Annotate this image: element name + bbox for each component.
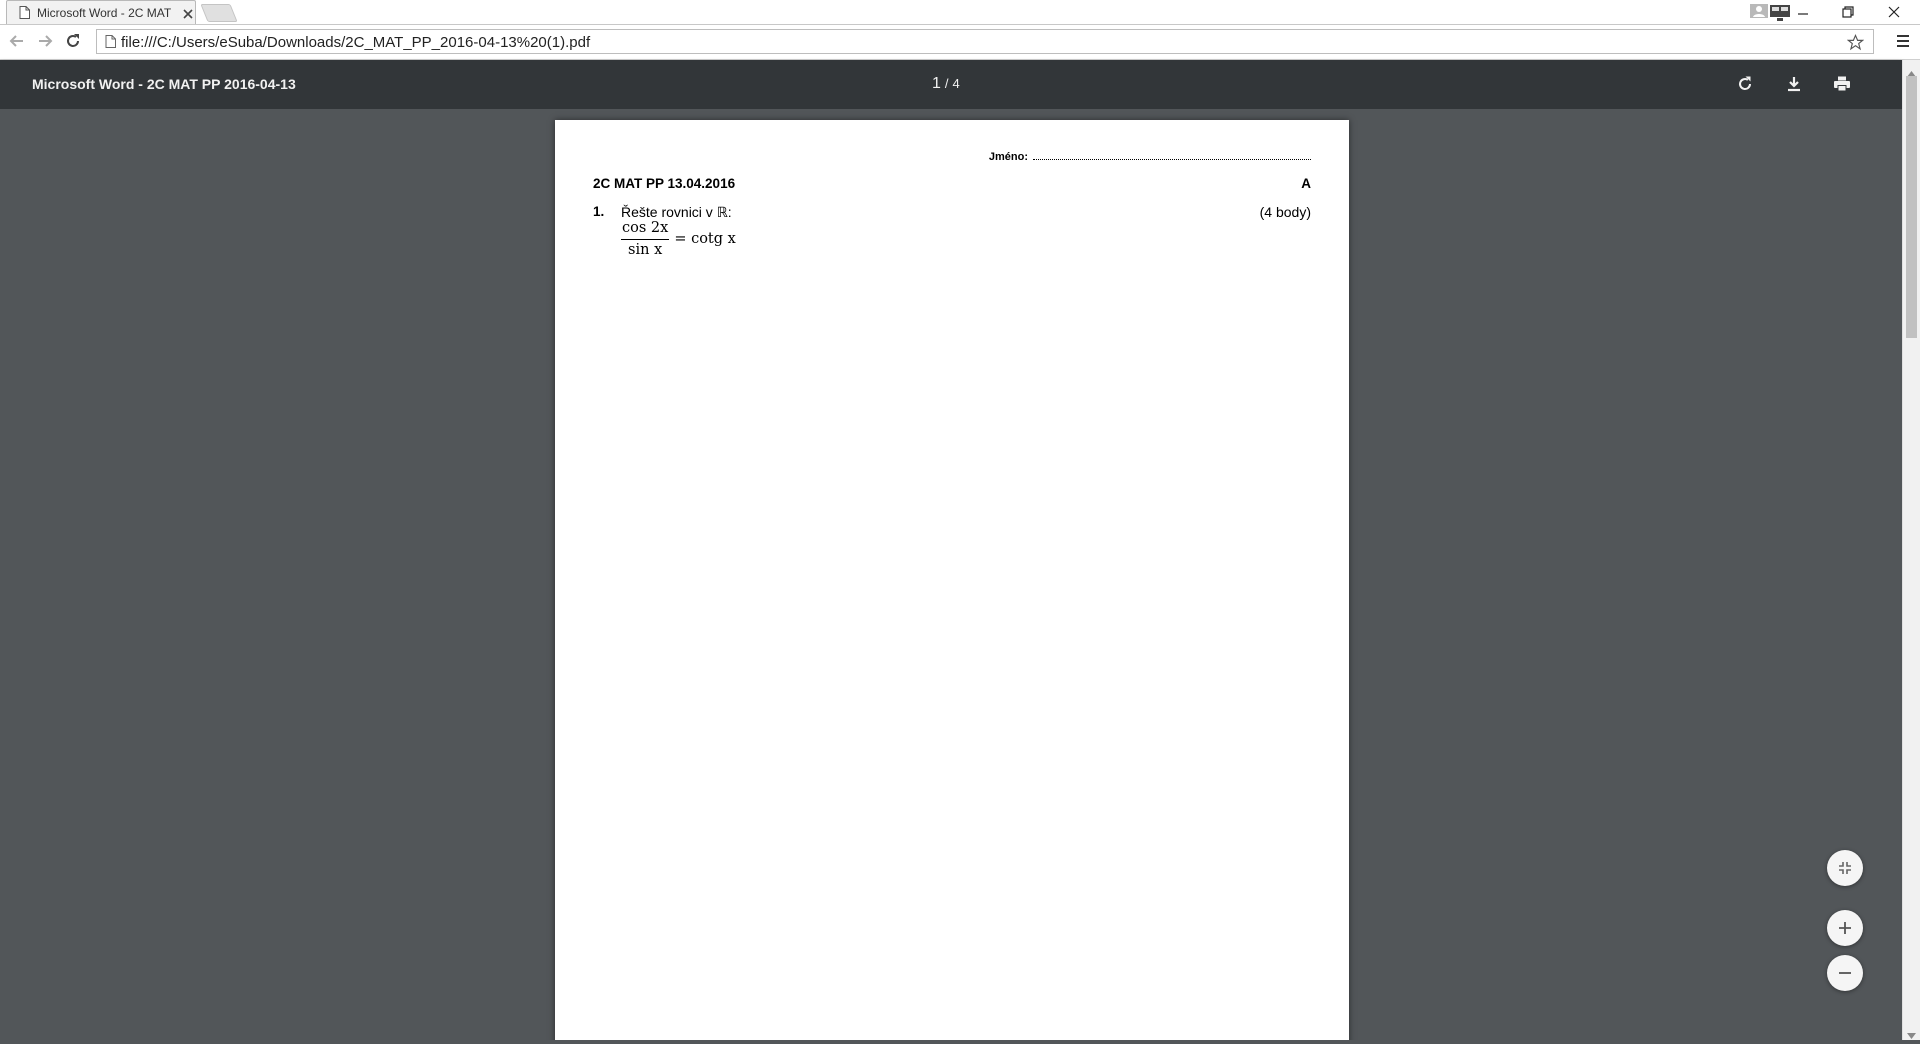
name-dotted-line bbox=[1033, 151, 1311, 160]
scroll-thumb[interactable] bbox=[1906, 76, 1917, 338]
close-window-button[interactable] bbox=[1875, 2, 1915, 22]
page-indicator: 1/4 bbox=[932, 75, 960, 93]
zoom-out-button[interactable] bbox=[1827, 955, 1863, 991]
forward-arrow-icon[interactable] bbox=[37, 33, 53, 54]
question-points: (4 body) bbox=[1259, 204, 1311, 220]
test-header: 2C MAT PP 13.04.2016 bbox=[593, 176, 736, 191]
pdf-page: Jméno: 2C MAT PP 13.04.2016 A 1. Řešte r… bbox=[555, 120, 1349, 1040]
equation: cos 2x sin x = cotg x bbox=[621, 219, 736, 259]
tab-strip: Microsoft Word - 2C MAT bbox=[0, 0, 1920, 25]
pdf-toolbar: Microsoft Word - 2C MAT PP 2016-04-13 1/… bbox=[0, 60, 1902, 109]
page-icon bbox=[19, 6, 30, 24]
back-arrow-icon[interactable] bbox=[9, 33, 25, 54]
minimize-button[interactable] bbox=[1784, 2, 1824, 22]
zoom-in-button[interactable] bbox=[1827, 910, 1863, 946]
name-label: Jméno: bbox=[988, 151, 1028, 163]
tab-title: Microsoft Word - 2C MAT bbox=[37, 6, 172, 20]
menu-icon[interactable] bbox=[1896, 34, 1910, 53]
browser-toolbar: file:///C:/Users/eSuba/Downloads/2C_MAT_… bbox=[0, 25, 1920, 60]
download-icon[interactable] bbox=[1784, 74, 1806, 96]
url-text[interactable]: file:///C:/Users/eSuba/Downloads/2C_MAT_… bbox=[121, 34, 590, 51]
reload-icon[interactable] bbox=[65, 33, 81, 54]
equation-fraction: cos 2x sin x bbox=[621, 219, 670, 259]
equation-right-side: = cotg x bbox=[674, 231, 736, 247]
print-icon[interactable] bbox=[1832, 74, 1854, 96]
page-separator: / bbox=[944, 76, 949, 91]
close-icon[interactable] bbox=[183, 6, 193, 24]
scroll-down-arrow-icon[interactable] bbox=[1907, 1026, 1916, 1044]
equation-numerator: cos 2x bbox=[621, 219, 670, 240]
document-viewport[interactable]: Jméno: 2C MAT PP 13.04.2016 A 1. Řešte r… bbox=[0, 109, 1902, 1040]
address-bar[interactable]: file:///C:/Users/eSuba/Downloads/2C_MAT_… bbox=[96, 29, 1874, 54]
page-icon bbox=[105, 35, 116, 53]
fit-to-page-button[interactable] bbox=[1827, 850, 1863, 886]
restore-button[interactable] bbox=[1829, 2, 1869, 22]
test-variant: A bbox=[1301, 176, 1311, 191]
browser-tab[interactable]: Microsoft Word - 2C MAT bbox=[6, 0, 196, 24]
scrollbar[interactable] bbox=[1902, 60, 1920, 1040]
new-tab-button[interactable] bbox=[200, 4, 238, 22]
star-icon[interactable] bbox=[1846, 33, 1865, 56]
name-field: Jméno: bbox=[989, 151, 1311, 163]
rotate-icon[interactable] bbox=[1735, 74, 1757, 96]
pdf-title: Microsoft Word - 2C MAT PP 2016-04-13 bbox=[32, 76, 296, 92]
page-number-input[interactable]: 1 bbox=[932, 75, 941, 92]
equation-denominator: sin x bbox=[628, 242, 663, 258]
question-number: 1. bbox=[593, 204, 605, 219]
page-total: 4 bbox=[952, 76, 960, 91]
